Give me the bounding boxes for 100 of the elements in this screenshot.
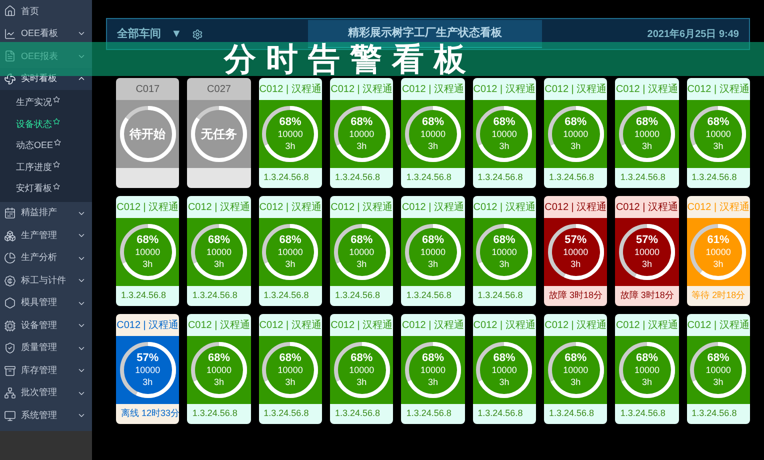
hours-value: 3h — [285, 376, 296, 388]
percent-value: 68% — [493, 234, 516, 246]
card-footer-text: 1.3.24.56.8 — [620, 407, 666, 420]
card-footer-text: 1.3.24.56.8 — [334, 289, 380, 302]
percent-value: 57% — [136, 352, 159, 364]
machine-name: C012 | 汉程通 — [116, 200, 179, 214]
percent-value: 68% — [636, 116, 658, 128]
count-value: 10000 — [492, 128, 517, 140]
card-footer-text: 1.3.24.56.8 — [478, 407, 523, 420]
percent-value: 68% — [208, 352, 230, 364]
card-footer-text: 1.3.24.56.8 — [192, 407, 238, 420]
machine-name: C012 | 汉程通 — [402, 82, 464, 96]
pie-chart-icon — [4, 252, 16, 264]
machine-name: C012 | 汉程通 — [544, 200, 607, 214]
count-value: 10000 — [563, 246, 588, 258]
workshop-selector[interactable]: 全部车间 — [117, 26, 161, 42]
count-value: 10000 — [278, 246, 303, 258]
count-value: 10000 — [135, 364, 160, 376]
hours-value: 3h — [713, 258, 724, 270]
count-value: 10000 — [206, 364, 232, 376]
sidebar-item[interactable]: 精益排产 — [0, 202, 92, 224]
submenu-item[interactable]: 安灯看板 — [0, 178, 92, 200]
submenu-item[interactable]: 设备状态 — [0, 114, 92, 136]
machine-name: C012 | 汉程通 — [330, 82, 393, 96]
machine-name: C012 | 汉程通 — [687, 318, 750, 332]
machine-name: C012 | 汉程通 — [259, 318, 322, 332]
machine-name: C012 | 汉程通 — [616, 82, 678, 96]
submenu-item[interactable]: 工序进度 — [0, 156, 92, 178]
hours-value: 3h — [142, 258, 153, 270]
machine-name: C012 | 汉程通 — [616, 200, 678, 214]
home-icon — [4, 5, 16, 18]
percent-value: 68% — [350, 116, 373, 128]
settings-icon[interactable] — [192, 28, 203, 40]
submenu-item[interactable]: 动态OEE — [0, 135, 92, 157]
document-icon — [4, 50, 16, 62]
hours-value: 3h — [214, 376, 224, 388]
card-footer-text: 1.3.24.56.8 — [192, 289, 238, 302]
sidebar-item[interactable]: 标工与计件 — [0, 269, 92, 292]
monitor-icon — [4, 410, 16, 422]
machine-name: C012 | 汉程通 — [544, 318, 607, 332]
sidebar-item[interactable]: OEE看板 — [0, 22, 92, 45]
count-value: 10000 — [420, 364, 446, 376]
hours-value: 3h — [428, 376, 438, 388]
archive-icon — [4, 364, 16, 377]
sidebar-item[interactable]: 库存管理 — [0, 359, 92, 382]
hours-value: 3h — [428, 258, 438, 270]
machine-name: C012 | 汉程通 — [687, 200, 750, 214]
count-value: 10000 — [492, 246, 517, 258]
card-footer-text: 1.3.24.56.8 — [406, 171, 452, 184]
hours-value: 3h — [356, 140, 367, 152]
machine-name: C012 | 汉程通 — [116, 318, 179, 332]
boxes-icon — [4, 230, 16, 242]
machine-name: C012 | 汉程通 — [544, 82, 607, 96]
card-footer-text: 等待 2时18分 — [692, 289, 746, 302]
star-icon — [54, 139, 62, 146]
machine-name: C012 | 汉程通 — [330, 200, 393, 214]
hours-value: 3h — [285, 258, 296, 270]
sidebar-item[interactable]: 生产管理 — [0, 224, 92, 247]
sidebar-item[interactable]: 批次管理 — [0, 382, 92, 404]
machine-name: C012 | 汉程通 — [188, 200, 250, 214]
calendar-icon — [4, 207, 16, 220]
count-value: 10000 — [420, 246, 446, 258]
sidebar-item[interactable]: 生产分析 — [0, 246, 92, 270]
sidebar-item[interactable]: 模具管理 — [0, 292, 92, 314]
percent-value: 68% — [564, 116, 587, 128]
machine-name: C012 | 汉程通 — [402, 318, 464, 332]
hours-value: 3h — [356, 376, 367, 388]
status-label: 无任务 — [200, 128, 237, 140]
percent-value: 68% — [279, 234, 302, 246]
card-footer-text: 1.3.24.56.8 — [692, 407, 737, 420]
hours-value: 3h — [642, 140, 652, 152]
count-value: 10000 — [420, 128, 446, 140]
sidebar-item[interactable]: 质量管理 — [0, 336, 92, 360]
hours-value: 3h — [428, 140, 438, 152]
count-value: 10000 — [706, 128, 731, 140]
sidebar-item[interactable]: 系统管理 — [0, 404, 92, 427]
hours-value: 3h — [499, 258, 510, 270]
card-footer-text: 离线 12时33分 — [121, 407, 180, 420]
dropdown-caret[interactable]: ▼ — [171, 26, 182, 42]
machine-name: C012 | 汉程通 — [188, 318, 250, 332]
network-icon — [4, 387, 16, 400]
status-label: 待开始 — [130, 128, 166, 140]
count-value: 10000 — [706, 364, 731, 376]
card-footer-text: 1.3.24.56.8 — [121, 289, 166, 302]
card-footer-text: 1.3.24.56.8 — [334, 171, 380, 184]
card-footer-text: 1.3.24.56.8 — [406, 407, 452, 420]
hours-value: 3h — [713, 140, 724, 152]
percent-value: 68% — [707, 352, 730, 364]
sidebar-item[interactable]: 设备管理 — [0, 314, 92, 337]
machine-name: C012 | 汉程通 — [330, 318, 393, 332]
sidebar-item[interactable]: 首页 — [0, 0, 92, 22]
count-value: 10000 — [349, 364, 374, 376]
machine-name: C012 | 汉程通 — [473, 318, 536, 332]
hours-value: 3h — [642, 376, 652, 388]
submenu-item[interactable]: 生产实况 — [0, 92, 92, 114]
percent-value: 68% — [707, 116, 730, 128]
hexagon-icon — [4, 297, 16, 310]
percent-value: 68% — [350, 352, 373, 364]
card-footer — [187, 168, 251, 188]
count-value: 10000 — [706, 246, 731, 258]
